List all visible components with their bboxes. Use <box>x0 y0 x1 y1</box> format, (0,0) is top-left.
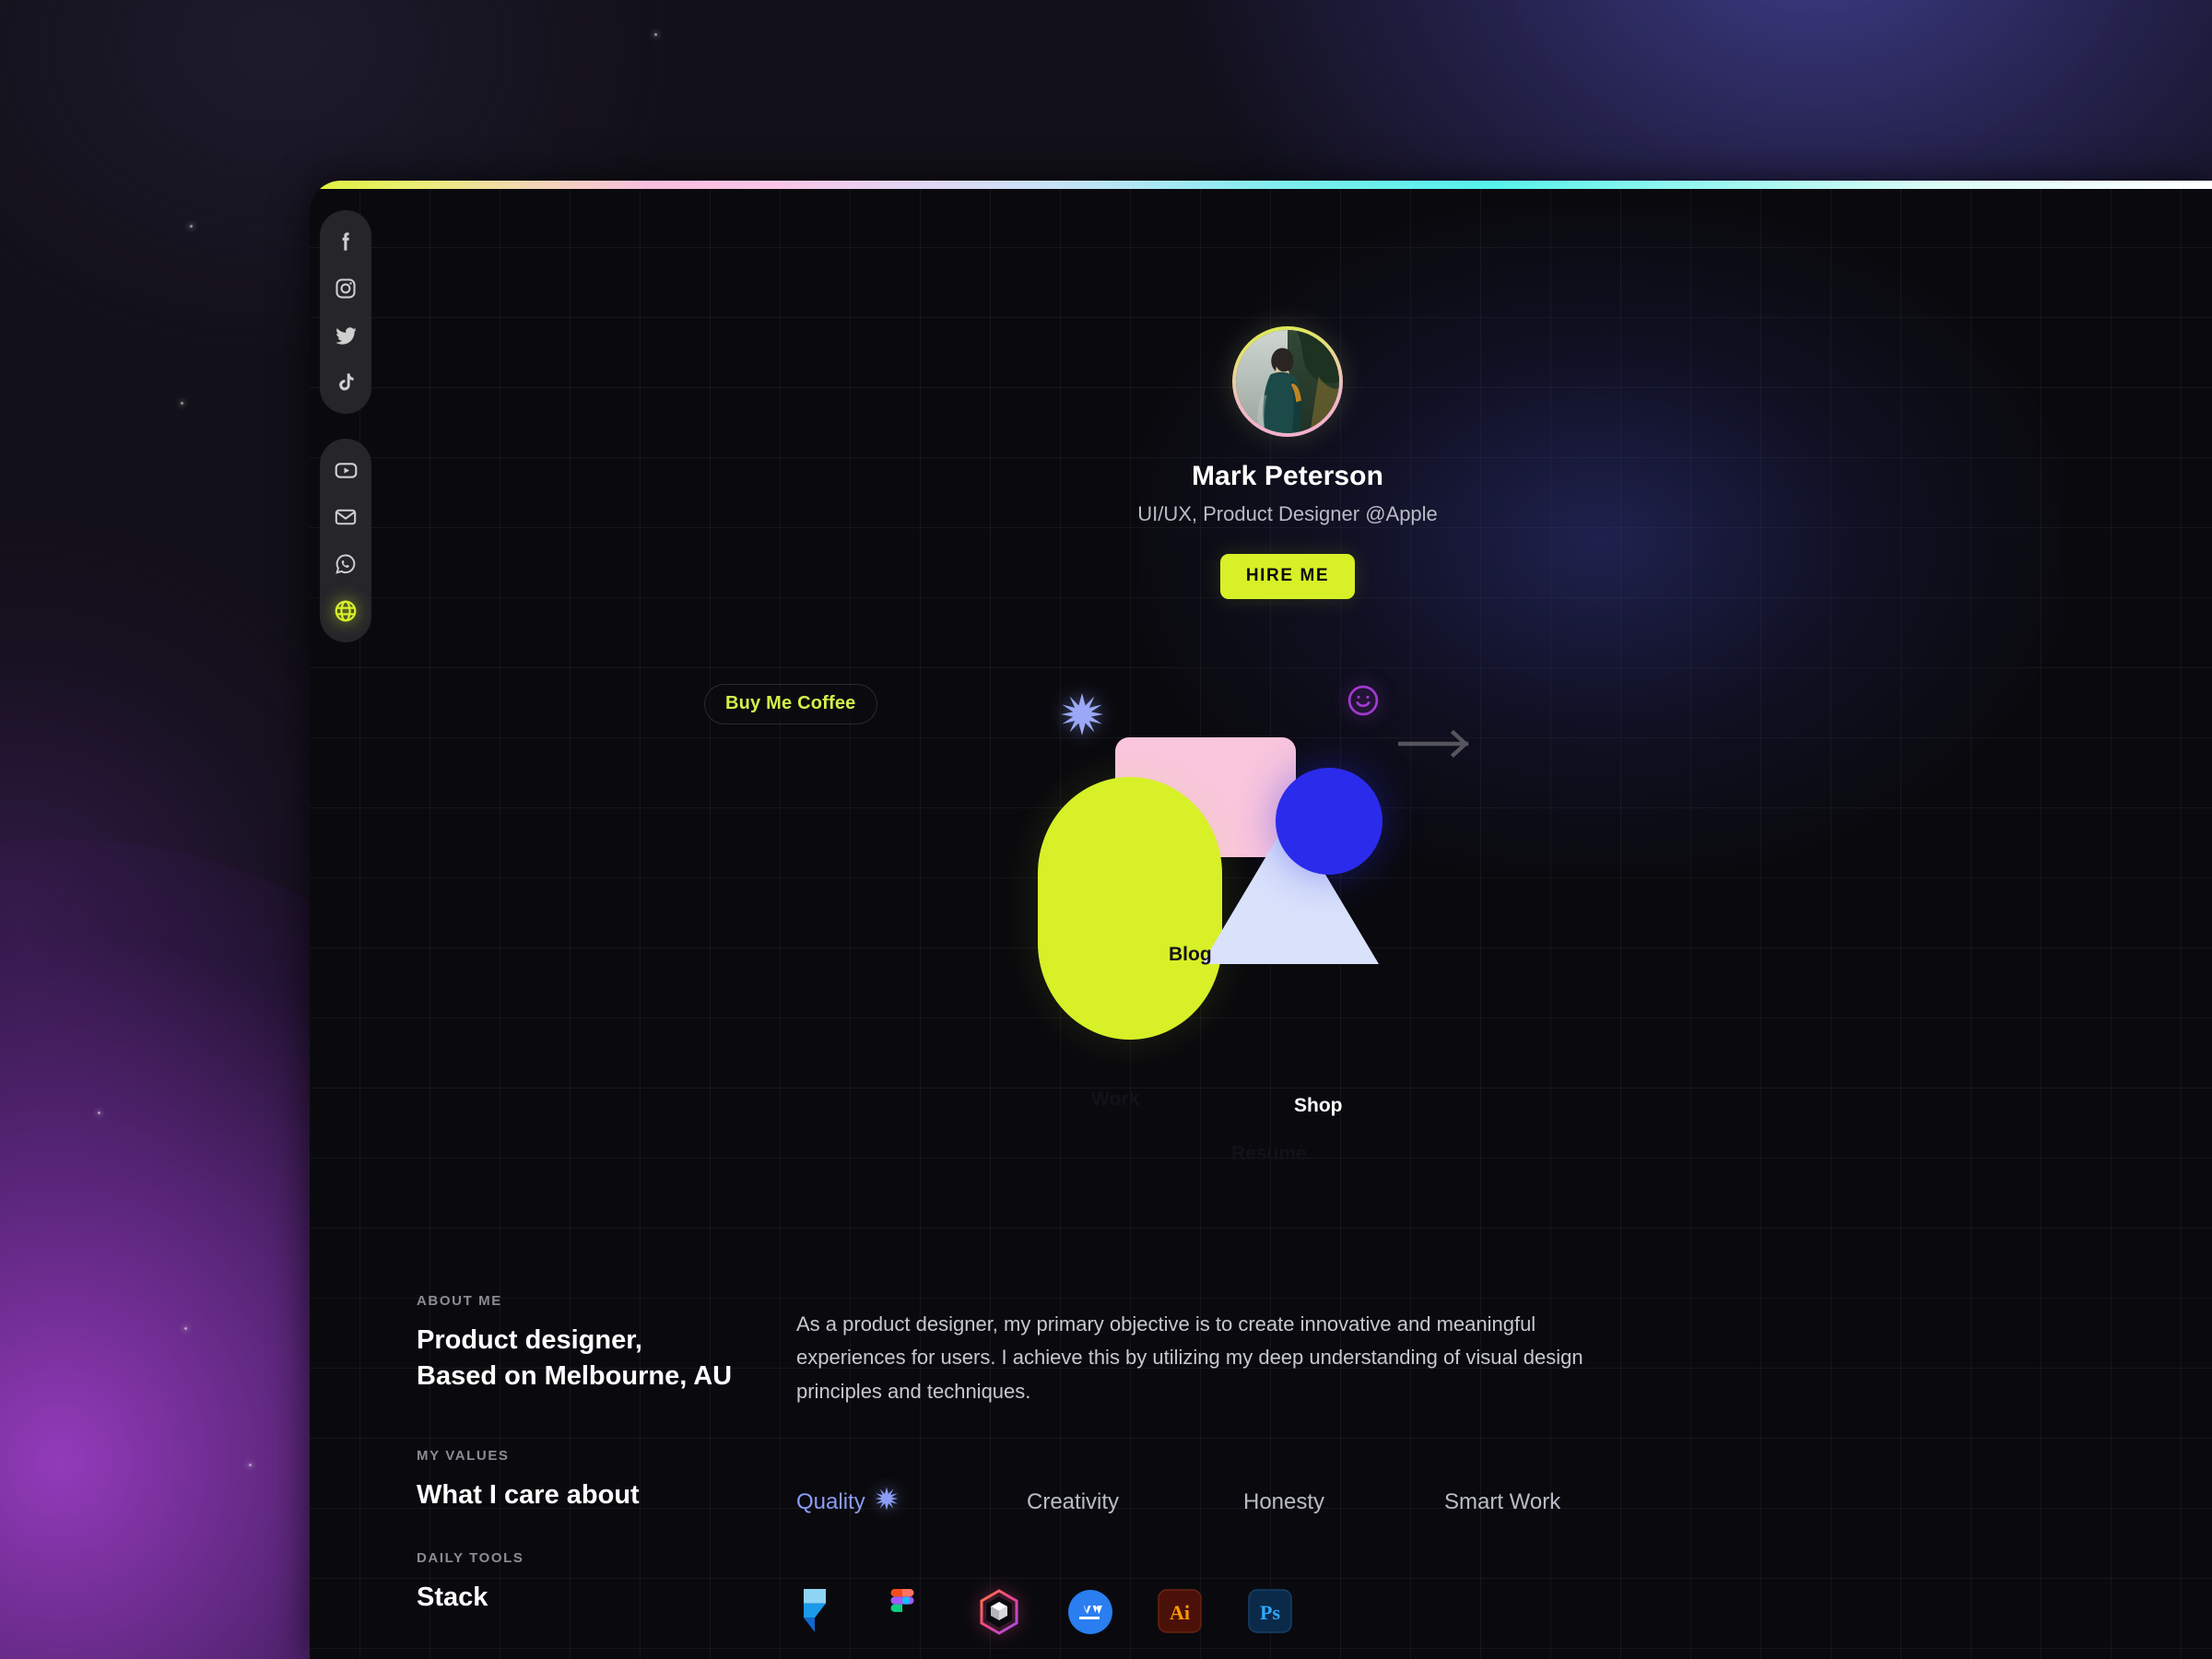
social-link-facebook[interactable] <box>327 223 364 260</box>
value-item-creativity[interactable]: Creativity <box>1027 1489 1243 1515</box>
section-about-title: Product designer, Based on Melbourne, AU <box>417 1323 796 1394</box>
avatar-gradient-ring <box>1232 326 1343 437</box>
nav-shape-blog-label: Blog <box>1169 944 1212 966</box>
section-about: ABOUT ME Product designer, Based on Melb… <box>417 1293 2149 1408</box>
value-item-quality[interactable]: Quality <box>796 1487 1027 1517</box>
avatar[interactable] <box>1236 330 1339 433</box>
email-icon <box>334 505 358 529</box>
social-rail-group-secondary <box>320 439 371 642</box>
tiktok-icon <box>334 371 358 394</box>
nav-shape-shop[interactable] <box>1276 768 1382 875</box>
social-link-tiktok[interactable] <box>327 364 364 401</box>
window-gradient-top-bar <box>310 181 2212 189</box>
backdrop-spark <box>98 1112 100 1114</box>
star-burst-icon <box>875 1487 899 1517</box>
framer-icon[interactable] <box>796 1589 841 1633</box>
value-item-honesty[interactable]: Honesty <box>1243 1489 1444 1515</box>
section-tools-eyebrow: DAILY TOOLS <box>417 1550 796 1566</box>
whatsapp-icon <box>334 552 358 576</box>
avatar-photo-illustration <box>1236 330 1339 433</box>
arrow-right-icon <box>1398 728 1472 764</box>
social-rail <box>320 210 371 642</box>
section-tools: DAILY TOOLS Stack <box>417 1550 2149 1633</box>
nav-shape-shop-label: Shop <box>1294 1095 1343 1117</box>
value-item-smart-work[interactable]: Smart Work <box>1444 1489 1560 1515</box>
svg-text:Ai: Ai <box>1170 1601 1190 1624</box>
social-link-instagram[interactable] <box>327 270 364 307</box>
instagram-icon <box>334 276 358 300</box>
backdrop-spark <box>181 402 183 405</box>
social-link-whatsapp[interactable] <box>327 546 364 582</box>
profile-block: Mark Peterson UI/UX, Product Designer @A… <box>336 326 2212 599</box>
section-values-heading: MY VALUES What I care about <box>417 1448 796 1517</box>
portfolio-window: Buy Me Coffee <box>310 181 2212 1659</box>
tools-list: Ai Ps <box>796 1565 2149 1633</box>
section-values-eyebrow: MY VALUES <box>417 1448 796 1464</box>
section-about-heading: ABOUT ME Product designer, Based on Melb… <box>417 1293 796 1408</box>
value-item-label: Honesty <box>1243 1489 1324 1515</box>
backdrop-spark <box>190 225 193 228</box>
star-burst-icon <box>1060 692 1104 741</box>
smiley-face-icon <box>1346 683 1381 723</box>
figma-icon[interactable] <box>887 1589 931 1633</box>
section-values: MY VALUES What I care about Quality Crea… <box>417 1448 2149 1517</box>
section-tools-heading: DAILY TOOLS Stack <box>417 1550 796 1633</box>
backdrop-spark <box>184 1327 187 1330</box>
values-list: Quality Creativity Honesty Smart Work <box>796 1463 2149 1517</box>
webflow-icon[interactable] <box>1067 1589 1112 1633</box>
section-tools-title: Stack <box>417 1580 796 1616</box>
youtube-icon <box>334 458 359 483</box>
social-rail-group-primary <box>320 210 371 414</box>
illustrator-icon[interactable]: Ai <box>1158 1589 1202 1633</box>
section-about-eyebrow: ABOUT ME <box>417 1293 796 1309</box>
profile-name: Mark Peterson <box>1192 461 1383 492</box>
nav-shape-work-label: Work <box>1091 1088 1139 1111</box>
svg-text:Ps: Ps <box>1260 1601 1280 1624</box>
twitter-icon <box>334 324 359 348</box>
facebook-icon <box>334 229 358 253</box>
nav-shape-resume-label: Resume <box>1231 1143 1307 1165</box>
backdrop-spark <box>654 33 657 36</box>
social-link-twitter[interactable] <box>327 317 364 354</box>
photoshop-icon[interactable]: Ps <box>1248 1589 1292 1633</box>
social-link-email[interactable] <box>327 499 364 535</box>
profile-role: UI/UX, Product Designer @Apple <box>1137 502 1438 526</box>
section-values-title: What I care about <box>417 1477 796 1513</box>
globe-icon <box>333 598 359 624</box>
spline-icon[interactable] <box>977 1589 1021 1633</box>
nav-shape-work[interactable] <box>1038 777 1222 1040</box>
about-body-text: As a product designer, my primary object… <box>796 1308 1607 1408</box>
hire-me-button[interactable]: HIRE ME <box>1220 554 1355 599</box>
value-item-label: Quality <box>796 1489 865 1515</box>
social-link-website[interactable] <box>327 593 364 629</box>
value-item-label: Creativity <box>1027 1489 1119 1515</box>
buy-me-coffee-button[interactable]: Buy Me Coffee <box>704 684 877 724</box>
social-link-youtube[interactable] <box>327 452 364 488</box>
backdrop-spark <box>249 1464 252 1466</box>
value-item-label: Smart Work <box>1444 1489 1560 1515</box>
